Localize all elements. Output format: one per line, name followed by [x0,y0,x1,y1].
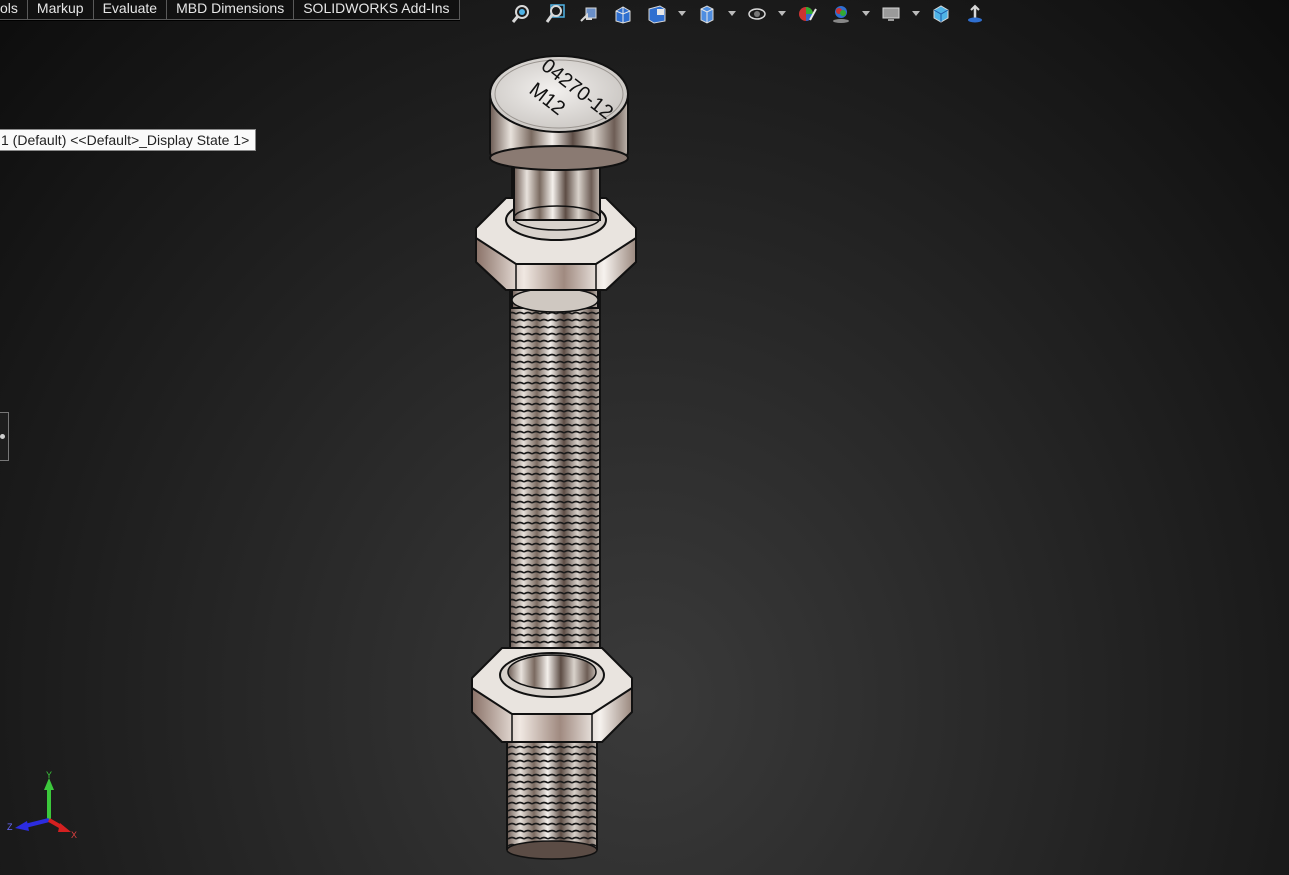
thread-shank-upper [509,290,601,685]
apply-scene-button[interactable] [825,1,857,27]
configuration-label[interactable]: 1 (Default) <<Default>_Display State 1> [0,129,257,151]
rotate-normal-button[interactable] [959,1,991,27]
tab-solidworks-add-ins[interactable]: SOLIDWORKS Add-Ins [294,0,460,20]
handle-dot-icon [0,434,5,439]
view-settings-icon [882,7,900,21]
zoom-to-fit-button[interactable] [505,1,537,27]
feature-manager-collapse-handle[interactable] [0,412,9,461]
view-settings-dropdown[interactable] [909,1,923,27]
chevron-down-icon [728,11,736,16]
display-pane-button[interactable] [925,1,957,27]
apply-scene-dropdown[interactable] [859,1,873,27]
dynamic-annotation-views-button[interactable] [641,1,673,27]
display-pane-icon [933,5,949,23]
bolt-model[interactable]: 04270-12 M12 [460,50,650,865]
normal-to-icon [968,4,982,23]
previous-view-icon [580,7,597,22]
hex-nut-upper [475,157,637,291]
dynamic-annotation-views-dropdown[interactable] [675,1,689,27]
chevron-down-icon [778,11,786,16]
graphics-area[interactable]: ols Markup Evaluate MBD Dimensions SOLID… [0,0,1289,875]
hex-nut-lower [471,647,633,743]
chevron-down-icon [862,11,870,16]
chevron-down-icon [678,11,686,16]
display-style-button[interactable] [741,1,773,27]
heads-up-view-toolbar [505,0,991,28]
chevron-down-icon [912,11,920,16]
view-orientation-button[interactable] [691,1,723,27]
display-style-dropdown[interactable] [775,1,789,27]
x-axis-arrow [48,818,71,832]
view-settings-button[interactable] [875,1,907,27]
tab-tools[interactable]: ols [0,0,28,20]
tab-markup[interactable]: Markup [27,0,94,20]
y-axis-arrow [44,778,54,820]
section-view-icon [615,6,631,24]
reference-triad[interactable]: Y Z X [5,770,85,845]
z-axis-label: Z [7,822,13,832]
dynamic-annotation-view-icon [648,5,666,24]
view-orientation-icon [700,5,714,24]
z-axis-arrow [15,818,50,831]
y-axis-label: Y [46,770,52,780]
bolt-head: 04270-12 M12 [489,55,629,171]
command-manager-tabs: ols Markup Evaluate MBD Dimensions SOLID… [0,0,460,21]
previous-view-button[interactable] [573,1,605,27]
section-view-button[interactable] [607,1,639,27]
edit-appearance-button[interactable] [791,1,823,27]
zoom-to-area-icon [545,4,565,23]
x-axis-label: X [71,830,77,840]
tab-evaluate[interactable]: Evaluate [93,0,168,20]
zoom-to-fit-icon [511,5,529,23]
view-orientation-dropdown[interactable] [725,1,739,27]
edit-appearance-icon [799,7,817,21]
zoom-to-area-button[interactable] [539,1,571,27]
display-style-icon [748,8,766,20]
apply-scene-icon [833,6,849,23]
tab-mbd-dimensions[interactable]: MBD Dimensions [167,0,295,20]
thread-shank-lower [506,740,598,860]
